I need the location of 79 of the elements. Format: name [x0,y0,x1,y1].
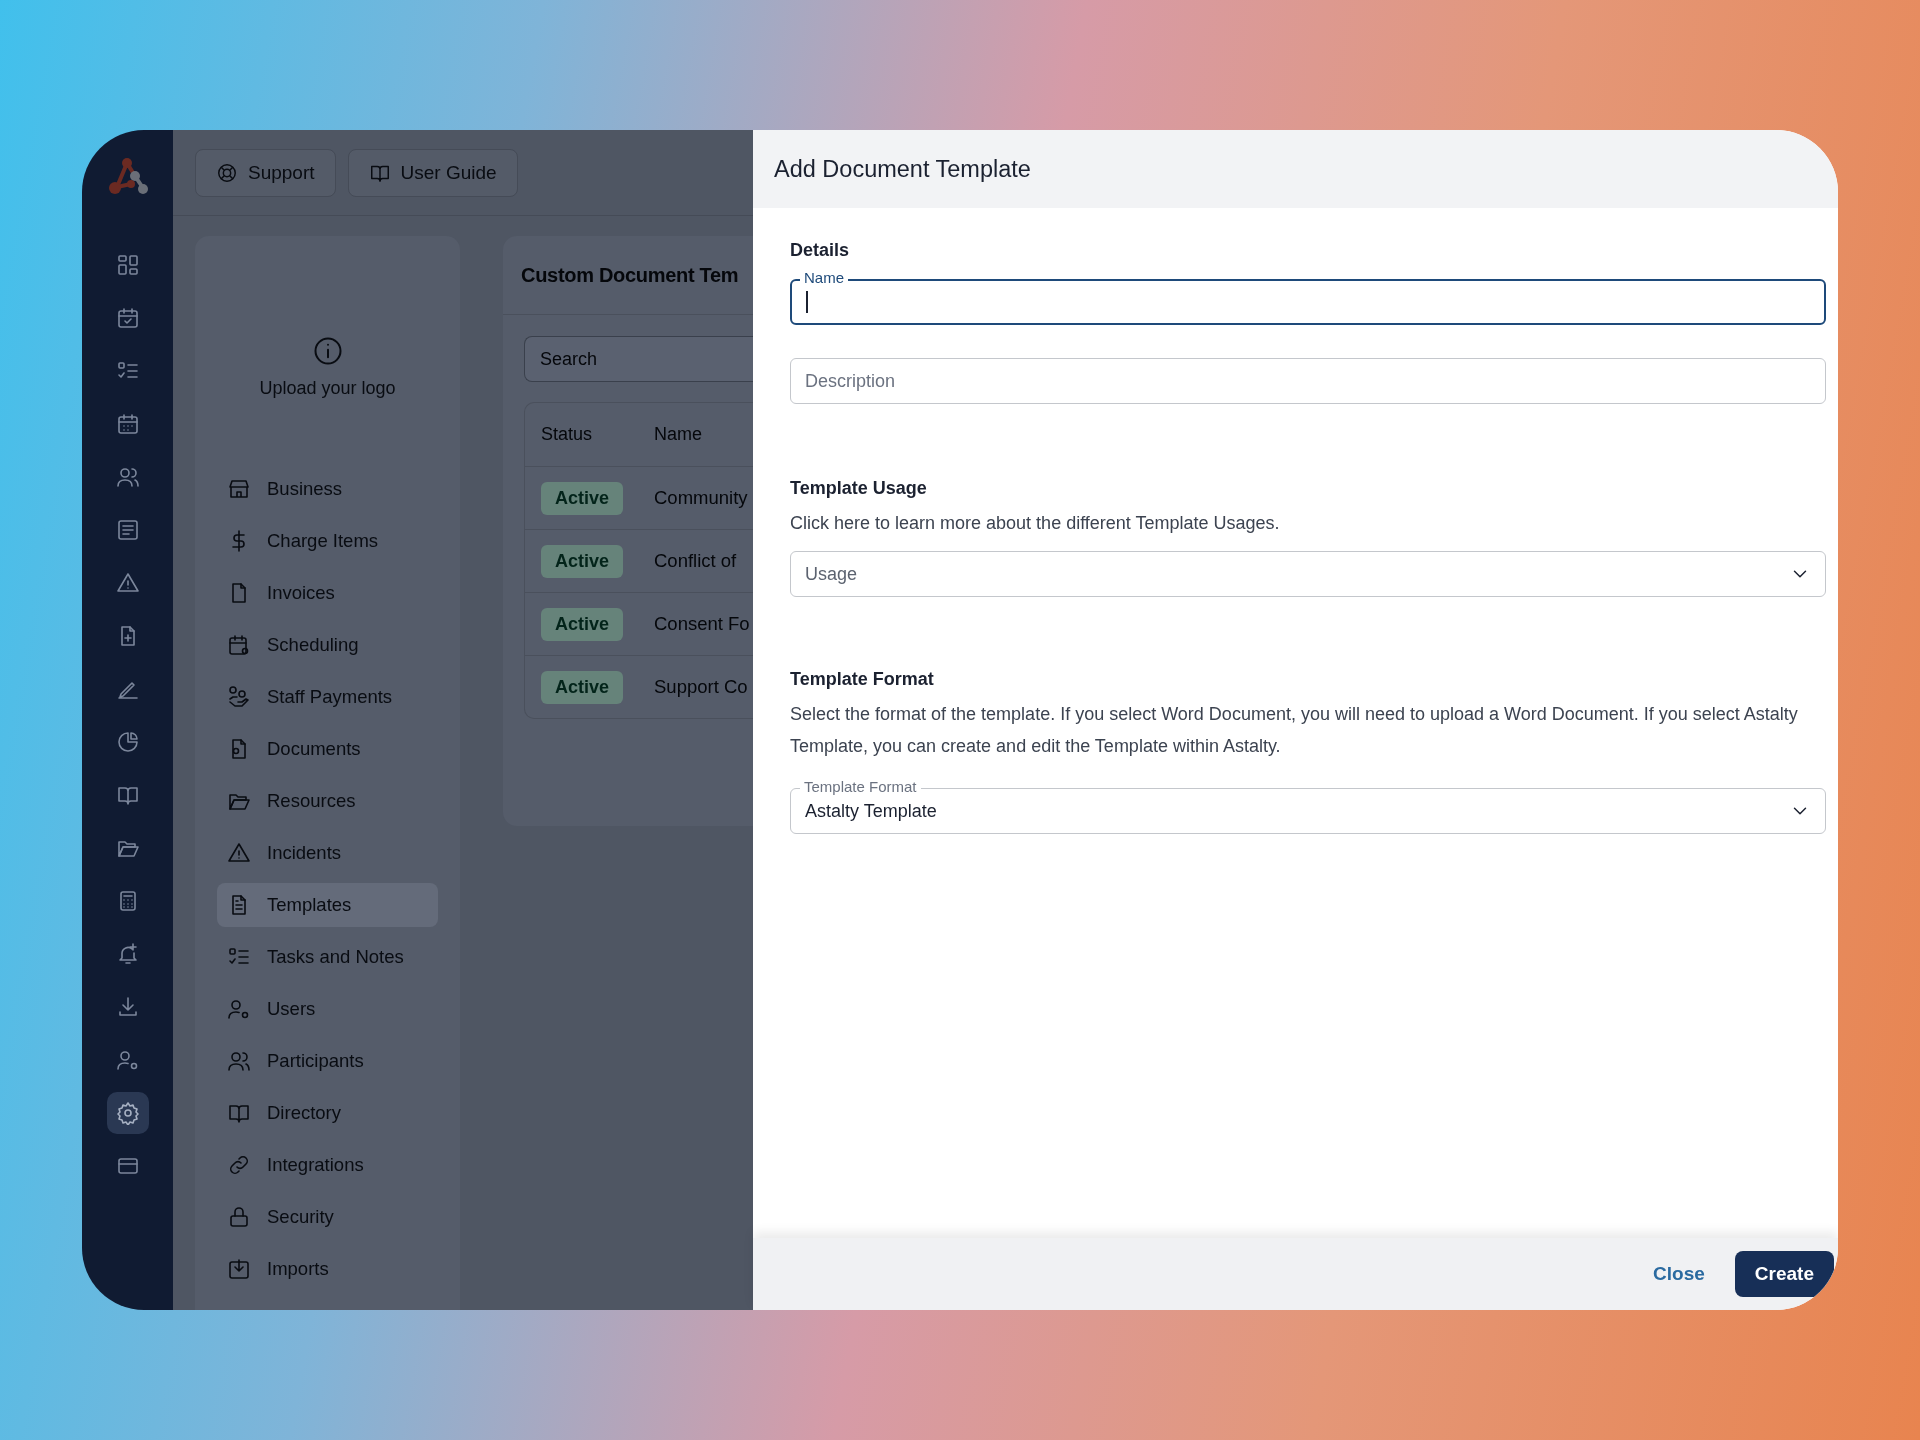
settings-nav-item[interactable]: Charge Items [217,519,438,563]
settings-nav-item[interactable]: Tasks and Notes [217,935,438,979]
grid-icon [115,253,140,277]
nav-item-label: Scheduling [267,634,359,656]
user-guide-button[interactable]: User Guide [347,148,518,197]
nav-item-label: Documents [267,738,361,760]
settings-nav-item[interactable]: Directory [217,1091,438,1135]
nav-item-label: Users [267,998,316,1020]
nav-item-label: Imports [267,1258,329,1280]
settings-nav-item[interactable]: Security [217,1195,438,1239]
list-icon [115,518,140,542]
close-button[interactable]: Close [1653,1255,1705,1293]
format-help-text: Select the format of the template. If you select Word Document, you will need to upload a Word Document. If you select Astalty Template, you can create and edit the Template within Astalty. [790,703,1799,758]
card-title: Custom Document Tem [521,263,739,287]
status-badge: Active [541,544,624,578]
users-icon [115,465,140,489]
calendar-icon [115,412,140,436]
settings-nav-item[interactable]: Integrations [217,1143,438,1187]
lifebuoy-icon [216,161,238,184]
user-gear-icon [227,997,251,1021]
column-header[interactable]: Status [541,424,593,444]
nav-item-label: Invoices [267,582,335,604]
settings-nav-item[interactable]: Users [217,987,438,1031]
section-heading: Details [790,240,851,261]
usage-select[interactable]: Usage [790,551,1826,597]
users-icon [227,1049,251,1073]
status-badge: Active [541,670,624,704]
nav-item-label: Templates [267,894,352,916]
column-header[interactable]: Name [654,424,702,444]
section-heading: Template Usage [790,478,928,499]
settings-nav-item[interactable]: Documents [217,727,438,771]
create-button[interactable]: Create [1734,1251,1834,1297]
lock-icon [227,1205,251,1229]
calendar-gear-icon [227,633,251,657]
hand-coin-icon [227,685,251,709]
nav-item-label: Staff Payments [267,686,393,708]
warning-icon [227,841,251,865]
store-icon [227,477,251,501]
nav-item-label: Business [267,478,343,500]
link-icon [227,1153,251,1177]
nav-item-label: Integrations [267,1154,364,1176]
nav-item-label: Resources [267,790,356,812]
status-badge: Active [541,481,624,515]
import-icon [227,1257,251,1281]
support-button[interactable]: Support [195,148,336,197]
settings-nav-item[interactable]: Resources [217,779,438,823]
status-badge: Active [541,607,624,641]
settings-nav-item[interactable]: Business [217,467,438,511]
nav-item-label: Tasks and Notes [267,946,404,968]
settings-nav-item[interactable]: Incidents [217,831,438,875]
user-gear-icon [115,1048,140,1072]
warning-icon [115,571,140,595]
settings-nav-item[interactable]: Templates [217,883,438,927]
nav-item-label: Security [267,1206,334,1228]
field-label: Template Format [800,778,921,796]
calendar-check-icon [115,306,140,330]
settings-nav-item[interactable]: Staff Payments [217,675,438,719]
description-field[interactable]: Description [790,358,1826,404]
info-icon [312,336,343,366]
table-cell: Consent Fo [654,613,750,635]
settings-nav-item[interactable]: Invoices [217,571,438,615]
settings-nav-item[interactable]: Imports [217,1247,438,1291]
rail-nav-item[interactable] [106,1092,149,1134]
settings-nav-item[interactable]: Scheduling [217,623,438,667]
search-field[interactable]: Search [524,336,753,382]
table-cell: Community [654,487,748,509]
dialog-title: Add Document Template [774,155,1031,183]
nav-item-label: Incidents [267,842,342,864]
table-cell: Conflict of [654,550,737,572]
upload-logo-prompt[interactable]: Upload your logo [259,378,396,399]
settings-icon [115,1101,140,1125]
nav-item-label: Participants [267,1050,364,1072]
nav-item-label: Charge Items [267,530,379,552]
settings-nav-item[interactable]: Participants [217,1039,438,1083]
table-cell: Support Co [654,676,748,698]
usage-help-text[interactable]: Click here to learn more about the different Template Usages. [790,507,1826,539]
pie-chart-icon [115,730,140,754]
section-heading: Template Format [790,669,935,690]
nav-item-label: Directory [267,1102,341,1124]
